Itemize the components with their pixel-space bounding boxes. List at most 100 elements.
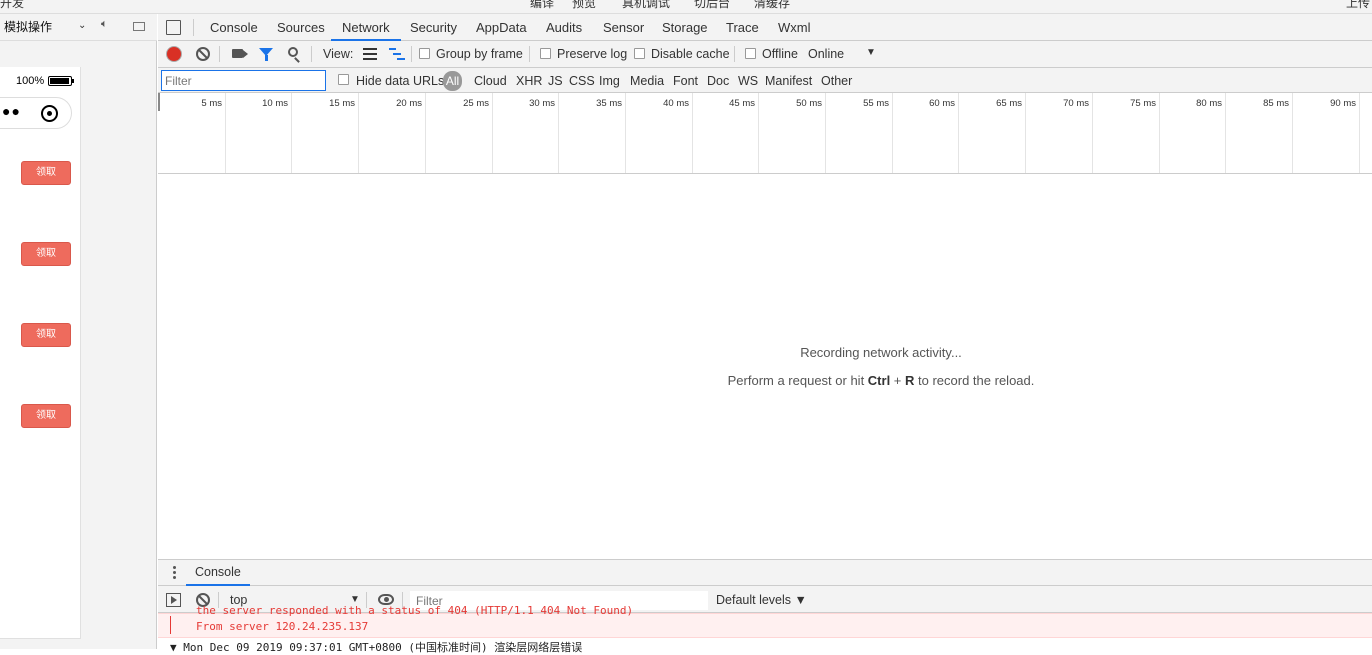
phone-screen [0,67,81,639]
type-filter-ws[interactable]: WS [738,74,758,88]
more-dots-icon[interactable]: ●● [2,103,21,119]
tab-storage[interactable]: Storage [662,14,708,41]
hide-data-urls-checkbox[interactable] [338,74,349,85]
background-label[interactable]: 切后台 [694,0,730,11]
battery-percent: 100% [16,75,45,87]
search-icon[interactable] [288,47,298,57]
show-sidebar-icon[interactable] [166,593,181,607]
tab-console[interactable]: Console [210,14,258,41]
timeline-tick-label: 10 ms [262,98,288,109]
top-left-label[interactable]: 开发 [0,0,24,11]
timeline-gridline [358,93,359,173]
timeline-tick-label: 35 ms [596,98,622,109]
type-filter-font[interactable]: Font [673,74,698,88]
timeline-tick-label: 20 ms [396,98,422,109]
toolbar-separator [529,46,530,62]
timeline-tick-label: 90 ms [1330,98,1356,109]
group-by-frame-checkbox[interactable] [419,48,430,59]
tab-network[interactable]: Network [331,14,401,41]
type-filter-img[interactable]: Img [599,74,620,88]
error-indent-bar [170,616,171,634]
filter-icon-stem [265,55,268,61]
more-menu-icon[interactable] [170,565,178,581]
volume-icon[interactable]: 🔈︎ [101,18,108,31]
type-filter-manifest[interactable]: Manifest [765,74,812,88]
capture-screenshots-icon[interactable] [232,49,248,58]
timeline-gridline [1092,93,1093,173]
overview-waterfall-icon[interactable] [389,48,405,60]
timeline-gridline [758,93,759,173]
type-filter-doc[interactable]: Doc [707,74,729,88]
type-filter-css[interactable]: CSS [569,74,595,88]
tab-wxml[interactable]: Wxml [778,14,811,41]
network-filter-input[interactable] [161,70,326,91]
device-debug-label[interactable]: 真机调试 [622,0,670,11]
timeline-tick-label: 80 ms [1196,98,1222,109]
drawer-tabbar [158,559,1372,586]
type-filter-xhr[interactable]: XHR [516,74,542,88]
clear-cache-label[interactable]: 清缓存 [754,0,790,11]
timeline-tick-label: 85 ms [1263,98,1289,109]
console-log-group[interactable]: ▼ Mon Dec 09 2019 09:37:01 GMT+0800 (中国标… [170,639,582,655]
toolbar-separator [734,46,735,62]
type-filter-js[interactable]: JS [548,74,563,88]
timeline-tick-label: 60 ms [929,98,955,109]
toolbar-separator [411,46,412,62]
tab-appdata[interactable]: AppData [476,14,527,41]
timeline-tick-label: 55 ms [863,98,889,109]
type-filter-cloud[interactable]: Cloud [474,74,507,88]
reload-hint-suffix: to record the reload. [914,373,1035,388]
claim-button-4[interactable]: 领取 [21,404,71,428]
throttling-select[interactable]: Online [808,47,844,61]
disable-cache-checkbox[interactable] [634,48,645,59]
tab-sensor[interactable]: Sensor [603,14,644,41]
timeline-gridline [1359,93,1360,173]
battery-tip [72,79,74,83]
preview-label[interactable]: 预览 [572,0,596,11]
large-rows-icon[interactable] [363,48,377,60]
offline-checkbox[interactable] [745,48,756,59]
upload-label[interactable]: 上传 [1346,0,1370,11]
type-filter-all[interactable]: All [443,71,462,91]
key-ctrl: Ctrl [867,373,891,388]
close-target-icon[interactable] [41,105,58,122]
tab-security[interactable]: Security [410,14,457,41]
timeline-tick-label: 15 ms [329,98,355,109]
dropdown-arrow-icon[interactable]: ▼ [866,47,876,58]
reload-hint-prefix: Perform a request or hit [727,373,868,388]
drawer-tab-console[interactable]: Console [186,559,250,586]
claim-button-2[interactable]: 领取 [21,242,71,266]
chevron-down-icon[interactable]: ⌄ [78,20,86,31]
disable-cache-label: Disable cache [651,47,730,61]
simulator-spacer [0,48,157,49]
timeline-gridline [1025,93,1026,173]
toolbar-separator [219,46,220,62]
window-icon[interactable] [133,22,145,31]
error-server-line: From server 120.24.235.137 [196,620,369,633]
log-levels-select[interactable]: Default levels ▼ [716,593,807,607]
timeline-tick-label: 5 ms [201,98,222,109]
view-label: View: [323,47,354,61]
inspect-element-icon[interactable] [166,20,181,35]
timeline-gridline [1159,93,1160,173]
offline-label: Offline [762,47,798,61]
claim-button-3[interactable]: 领取 [21,323,71,347]
record-icon[interactable] [167,47,181,61]
tab-trace[interactable]: Trace [726,14,759,41]
timeline-tick-label: 25 ms [463,98,489,109]
timeline-gridline [425,93,426,173]
preserve-log-checkbox[interactable] [540,48,551,59]
tab-audits[interactable]: Audits [546,14,582,41]
timeline-gridline [1292,93,1293,173]
tab-sources[interactable]: Sources [277,14,325,41]
clear-icon[interactable] [196,47,210,61]
reload-hint: Perform a request or hit Ctrl + R to rec… [158,373,1372,388]
timeline-tick-label: 65 ms [996,98,1022,109]
type-filter-other[interactable]: Other [821,74,852,88]
type-filter-media[interactable]: Media [630,74,664,88]
claim-button-1[interactable]: 领取 [21,161,71,185]
timeline-gridline [625,93,626,173]
timeline-gridline [692,93,693,173]
compile-label[interactable]: 编译 [530,0,554,11]
timeline-gridline [892,93,893,173]
